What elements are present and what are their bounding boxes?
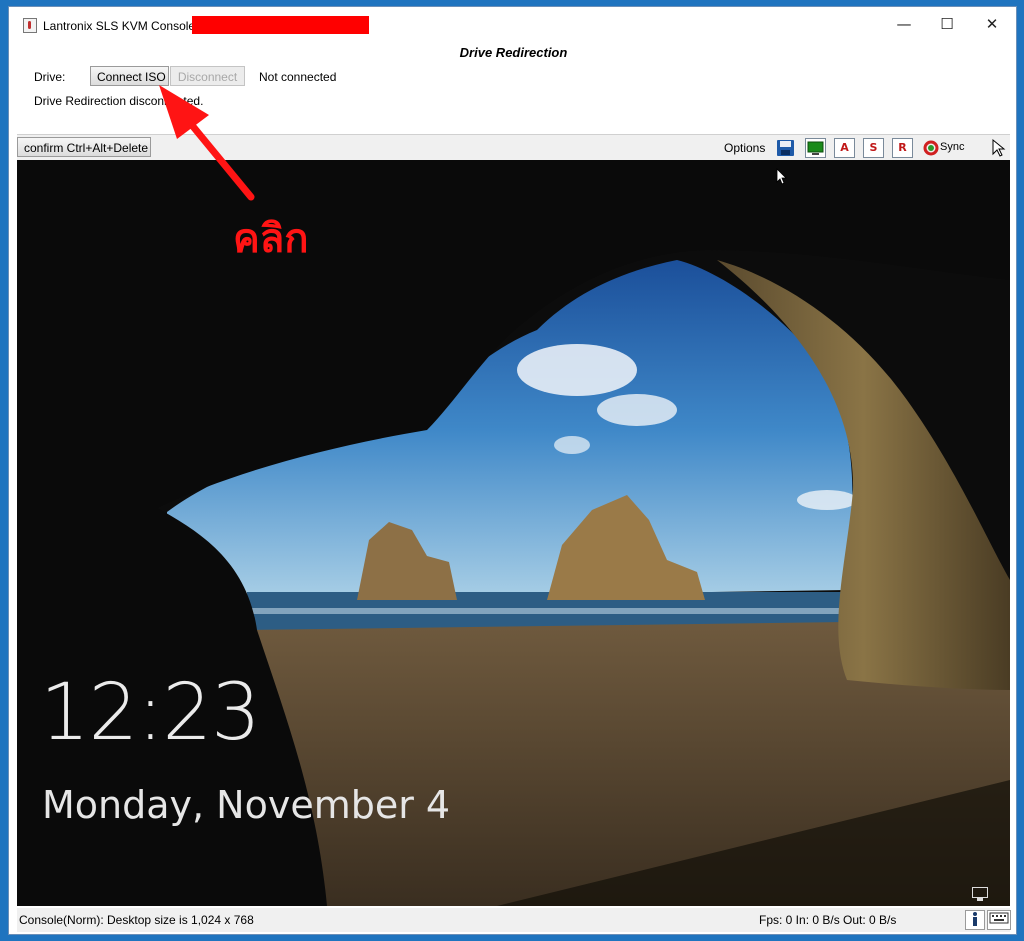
window-title: Lantronix SLS KVM Console - — [43, 19, 203, 33]
sync-icon — [922, 139, 940, 160]
redaction-bar — [192, 16, 369, 34]
a-icon[interactable]: A — [834, 138, 855, 158]
save-icon[interactable] — [775, 138, 796, 158]
r-icon[interactable]: R — [892, 138, 913, 158]
drive-panel-title: Drive Redirection — [459, 45, 568, 60]
maximize-button[interactable]: ☐ — [924, 11, 970, 37]
connection-status: Not connected — [259, 70, 337, 84]
keyboard-icon[interactable] — [987, 910, 1011, 930]
kvm-toolbar: confirm Ctrl+Alt+Delete Options A S R Sy… — [17, 134, 1010, 160]
console-status-text: Console(Norm): Desktop size is 1,024 x 7… — [19, 913, 254, 927]
minimize-button[interactable]: — — [881, 11, 927, 37]
remote-console-screen[interactable]: 12:23 Monday, November 4 คลิก — [17, 160, 1010, 906]
s-icon-letter: S — [869, 141, 878, 154]
close-button[interactable]: ✕ — [969, 11, 1015, 37]
connect-iso-button[interactable]: Connect ISO — [90, 66, 169, 86]
drive-label: Drive: — [34, 70, 66, 84]
disconnect-button[interactable]: Disconnect — [170, 66, 245, 86]
annotation-label: คลิก — [233, 216, 309, 262]
title-bar: Lantronix SLS KVM Console - — ☐ ✕ — [9, 7, 1016, 41]
kvm-console-window: Lantronix SLS KVM Console - — ☐ ✕ Drive … — [8, 6, 1017, 935]
info-icon[interactable] — [965, 910, 985, 930]
r-icon-letter: R — [898, 141, 907, 154]
ctrl-alt-delete-button[interactable]: confirm Ctrl+Alt+Delete — [17, 137, 151, 157]
fps-status-text: Fps: 0 In: 0 B/s Out: 0 B/s — [759, 913, 897, 927]
sync-button[interactable]: Sync — [940, 141, 964, 153]
options-menu[interactable]: Options — [724, 141, 765, 155]
s-icon[interactable]: S — [863, 138, 884, 158]
drive-status-message: Drive Redirection disconnected. — [34, 94, 204, 108]
status-bar: Console(Norm): Desktop size is 1,024 x 7… — [17, 908, 1011, 932]
pointer-mode-icon[interactable] — [990, 138, 1008, 161]
monitor-icon[interactable] — [805, 138, 826, 158]
network-icon[interactable] — [972, 887, 988, 901]
a-icon-letter: A — [840, 141, 849, 154]
lockscreen-time: 12:23 — [40, 668, 261, 758]
java-app-icon — [23, 18, 37, 33]
lockscreen-date: Monday, November 4 — [42, 783, 451, 827]
